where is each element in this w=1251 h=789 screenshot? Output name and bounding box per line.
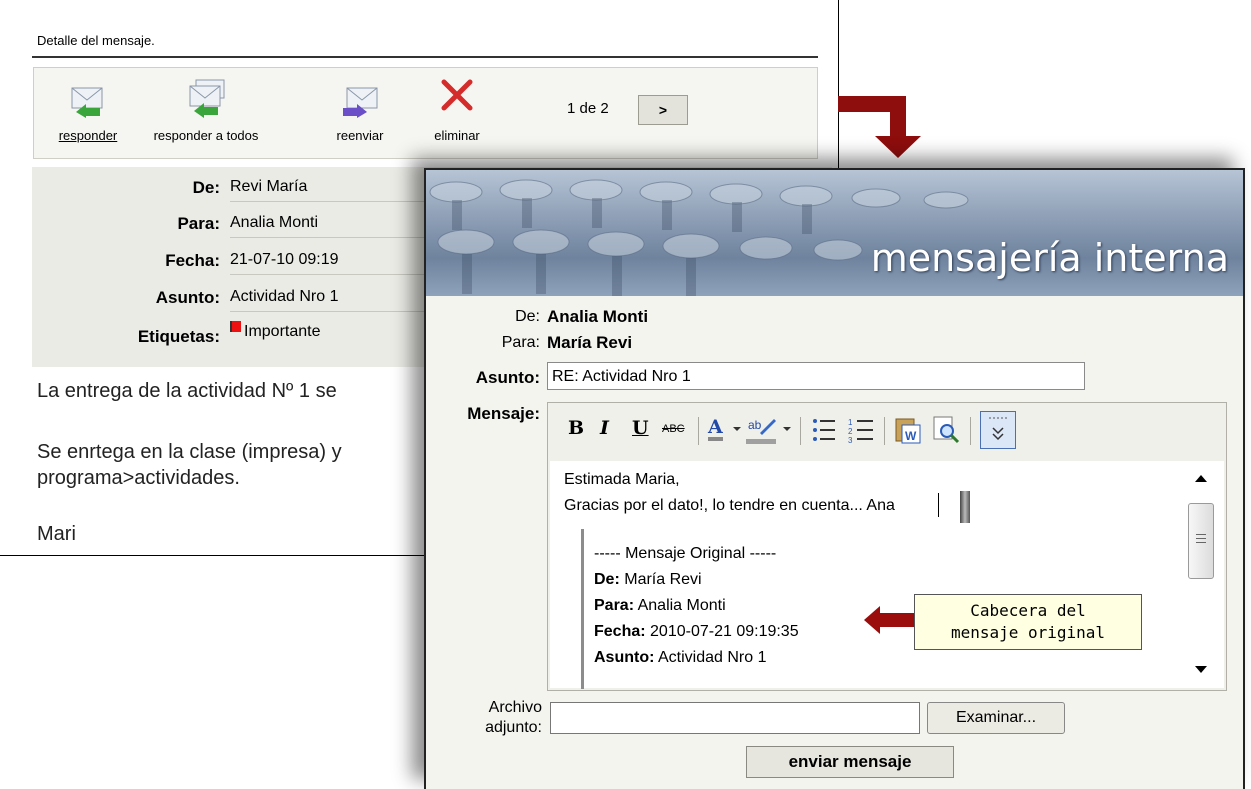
quote-subject: Asunto: Actividad Nro 1	[594, 649, 767, 666]
divider	[32, 56, 818, 58]
to-label: Para:	[177, 214, 220, 233]
editor-line-2: Gracias por el dato!, lo tendre en cuent…	[564, 497, 895, 514]
subject-label: Asunto:	[155, 288, 220, 307]
from-label: De:	[192, 178, 220, 197]
attachment-file-input[interactable]	[550, 702, 920, 734]
underline-button[interactable]: U	[632, 417, 649, 439]
panel-title: Detalle del mensaje.	[37, 33, 155, 48]
svg-text:1: 1	[848, 418, 853, 427]
subject-value: Actividad Nro 1	[230, 288, 339, 305]
scroll-thumb[interactable]	[1188, 503, 1214, 579]
reply-all-label: responder a todos	[153, 128, 259, 143]
numbered-list-icon[interactable]: 1 2 3	[848, 417, 874, 443]
to-value: Analia Monti	[230, 214, 319, 231]
message-toolbar: responder responder a todos reenviar eli…	[33, 67, 818, 159]
banner-title: mensajería interna	[870, 236, 1229, 280]
flow-arrow-shaft	[890, 96, 906, 138]
delete-x-icon	[441, 79, 473, 111]
browse-button[interactable]: Examinar...	[927, 702, 1065, 734]
paste-word-icon[interactable]: W	[894, 415, 922, 445]
date-label: Fecha:	[165, 251, 220, 270]
forward-label: reenviar	[336, 128, 384, 143]
compose-subject-label: Asunto:	[475, 368, 540, 387]
message-label: Mensaje:	[467, 404, 540, 423]
vertical-scrollbar[interactable]	[1180, 461, 1224, 688]
scroll-down-icon[interactable]	[1194, 665, 1208, 675]
svg-text:W: W	[905, 429, 917, 443]
body-line-4: Mari	[37, 523, 76, 545]
preview-search-icon[interactable]	[932, 415, 960, 445]
flow-arrow-head	[875, 136, 921, 158]
tags-label: Etiquetas:	[137, 327, 220, 346]
body-line-3: programa>actividades.	[37, 467, 240, 489]
strikethrough-button[interactable]: ABC	[662, 423, 685, 435]
forward-icon	[343, 87, 378, 118]
send-message-button[interactable]: enviar mensaje	[746, 746, 954, 778]
chevron-down-icon[interactable]	[782, 425, 792, 433]
italic-button[interactable]: I	[600, 417, 609, 439]
text-cursor	[938, 493, 939, 517]
quote-bar	[581, 529, 584, 689]
compose-from-value: Analia Monti	[547, 307, 649, 326]
double-chevron-down-icon	[989, 417, 1007, 441]
resize-handle[interactable]	[960, 491, 970, 523]
chevron-down-icon[interactable]	[732, 425, 742, 433]
date-value: 21-07-10 09:19	[230, 251, 339, 268]
body-line-2: Se enrtega en la clase (impresa) y	[37, 441, 342, 463]
editor-toolbar: B I U ABC A ab 1 2 3 W	[548, 403, 1226, 459]
quote-to: Para: Analia Monti	[594, 597, 726, 614]
compose-from-label: De:	[515, 308, 540, 325]
subject-input[interactable]: RE: Actividad Nro 1	[547, 362, 1085, 390]
pager-text: 1 de 2	[567, 100, 609, 117]
annotation-callout: Cabecera del mensaje original	[914, 594, 1142, 650]
expand-toolbar-button[interactable]	[980, 411, 1016, 449]
compose-to-value: María Revi	[547, 333, 633, 352]
banner: mensajería interna	[426, 170, 1243, 296]
flag-icon	[230, 321, 241, 332]
editor-line-1: Estimada Maria,	[564, 471, 680, 488]
svg-text:2: 2	[848, 427, 853, 436]
attachment-label: Archivo adjunto:	[485, 699, 542, 736]
reply-icon	[71, 87, 103, 118]
body-line-1: La entrega de la actividad Nº 1 se	[37, 380, 337, 402]
message-body-editor[interactable]: Estimada Maria, Gracias por el dato!, lo…	[550, 461, 1180, 689]
svg-text:ab: ab	[748, 418, 762, 432]
delete-label: eliminar	[434, 128, 480, 143]
compose-window: mensajería interna De: Analia Monti Para…	[424, 168, 1245, 789]
tag-value: Importante	[244, 323, 321, 340]
from-value: Revi María	[230, 178, 308, 195]
bullet-list-icon[interactable]	[812, 417, 836, 443]
highlight-color-icon[interactable]: ab	[746, 415, 778, 445]
callout-arrow	[878, 613, 914, 627]
compose-to-label: Para:	[501, 334, 540, 351]
quote-from: De: María Revi	[594, 571, 702, 588]
reply-all-icon	[189, 79, 225, 118]
quote-header: ----- Mensaje Original -----	[594, 545, 777, 562]
bold-button[interactable]: B	[568, 417, 584, 439]
scroll-up-icon[interactable]	[1194, 473, 1208, 483]
next-page-button[interactable]: >	[638, 95, 688, 125]
quote-date: Fecha: 2010-07-21 09:19:35	[594, 623, 799, 640]
reply-label: responder	[58, 128, 118, 143]
svg-text:3: 3	[848, 436, 853, 443]
font-color-button[interactable]: A	[708, 417, 723, 441]
